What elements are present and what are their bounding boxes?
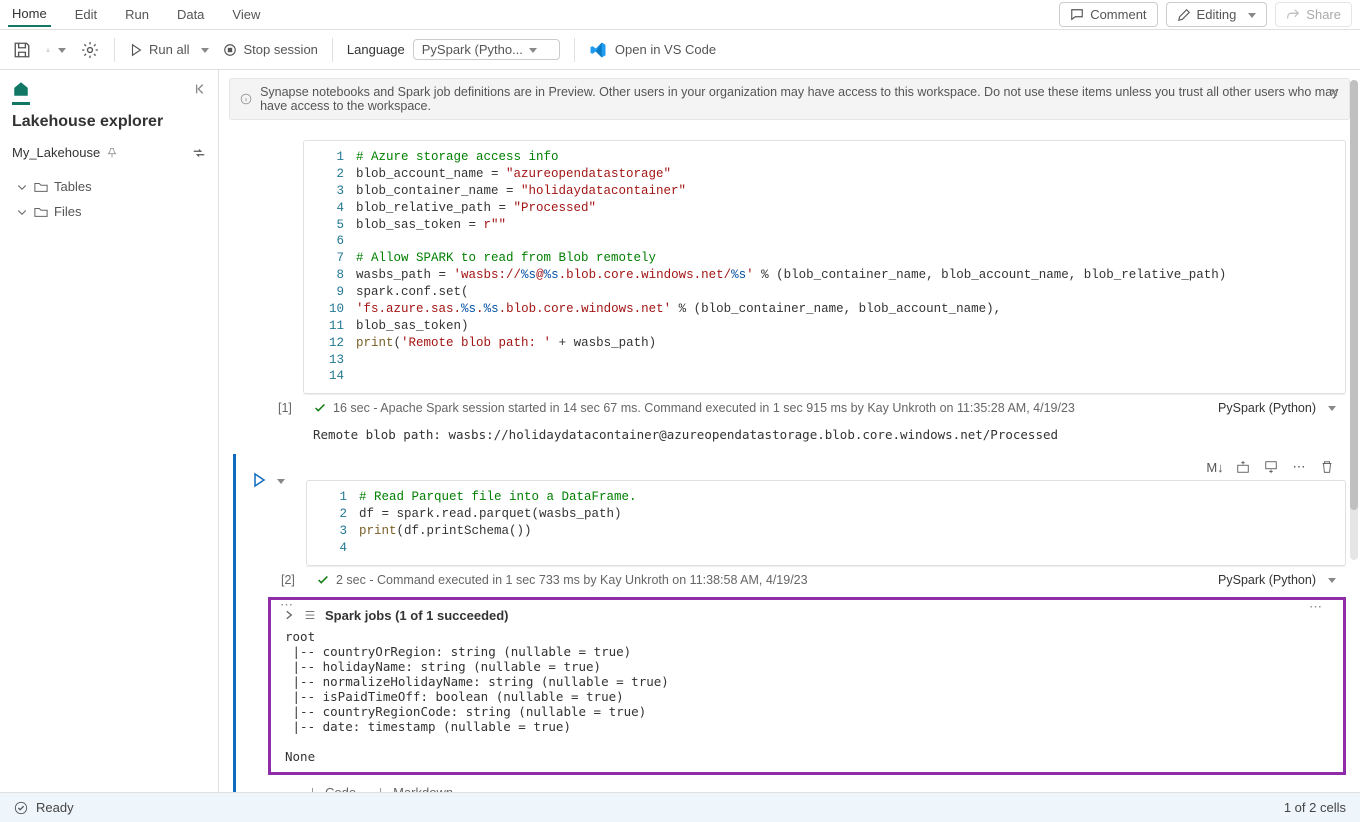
chevron-down-icon (16, 181, 28, 193)
settings-icon[interactable] (80, 40, 100, 60)
chevron-down-icon (1242, 7, 1256, 22)
cell-status: [1] 16 sec - Apache Spark session starte… (303, 394, 1346, 421)
tree-files[interactable]: Files (12, 199, 206, 224)
cell-language[interactable]: PySpark (Python) (1218, 573, 1316, 587)
cell-status: [2] 2 sec - Command executed in 1 sec 73… (306, 566, 1346, 593)
check-circle-icon (14, 801, 28, 815)
cell-toolbar: M↓ ⋯ (306, 454, 1346, 480)
delete-icon[interactable] (1318, 458, 1336, 476)
cell-index: [1] (278, 401, 292, 415)
tab-data[interactable]: Data (173, 3, 208, 26)
preview-banner: Synapse notebooks and Spark job definiti… (229, 78, 1350, 120)
duration: 16 sec (333, 401, 370, 415)
status-bar: Ready 1 of 2 cells (0, 792, 1360, 822)
run-options-icon[interactable] (271, 473, 285, 488)
code-editor[interactable]: 1# Azure storage access info2blob_accoun… (303, 140, 1346, 394)
code-editor[interactable]: 1# Read Parquet file into a DataFrame.2d… (306, 480, 1346, 566)
vscode-icon (589, 41, 607, 59)
check-icon (313, 401, 327, 415)
language-dropdown[interactable]: PySpark (Pytho... (413, 39, 560, 60)
save-icon[interactable] (12, 40, 32, 60)
folder-icon (34, 180, 48, 194)
run-cell-icon[interactable] (251, 472, 267, 488)
status-text: - Apache Spark session started in 14 sec… (373, 401, 1075, 415)
schema-output: root |-- countryOrRegion: string (nullab… (285, 629, 1331, 764)
stop-session-button[interactable]: Stop session (223, 42, 317, 57)
spark-jobs-panel: Spark jobs (1 of 1 succeeded) root |-- c… (268, 597, 1346, 775)
tree-tables[interactable]: Tables (12, 174, 206, 199)
add-cell-buttons: ＋Code ＋Markdown (306, 775, 1346, 792)
scrollbar[interactable] (1350, 80, 1358, 560)
spark-jobs-label: Spark jobs (1 of 1 succeeded) (325, 608, 509, 623)
comment-button[interactable]: Comment (1059, 2, 1157, 27)
code-cell-1: 1# Azure storage access info2blob_accoun… (233, 140, 1346, 448)
add-code-button[interactable]: ＋Code (306, 783, 356, 792)
language-label: Language (347, 42, 405, 57)
share-icon (1286, 8, 1300, 22)
lakehouse-name[interactable]: My_Lakehouse (12, 145, 118, 160)
tab-run[interactable]: Run (121, 3, 153, 26)
info-icon (240, 92, 252, 106)
sidebar-title: Lakehouse explorer (12, 113, 206, 131)
more-icon[interactable]: ⋯ (1290, 458, 1308, 476)
close-icon[interactable]: ✕ (1329, 85, 1339, 100)
duration: 2 sec (336, 573, 366, 587)
language-selector: Language PySpark (Pytho... (347, 39, 560, 60)
share-button: Share (1275, 2, 1352, 27)
chevron-right-icon[interactable] (283, 609, 295, 621)
markdown-toggle-icon[interactable]: M↓ (1206, 458, 1224, 476)
code-cell-2: M↓ ⋯ 1# Read Parquet file into a DataFra… (233, 454, 1346, 792)
cell-output: Remote blob path: wasbs://holidaydatacon… (303, 421, 1346, 448)
insert-below-icon[interactable] (1262, 458, 1280, 476)
list-icon (303, 608, 317, 622)
insert-above-icon[interactable] (1234, 458, 1252, 476)
tab-edit[interactable]: Edit (71, 3, 101, 26)
editing-button[interactable]: Editing (1166, 2, 1268, 27)
chevron-down-icon (16, 206, 28, 218)
folder-icon (34, 205, 48, 219)
check-icon (316, 573, 330, 587)
pencil-icon (1177, 8, 1191, 22)
status-text: - Command executed in 1 sec 733 ms by Ka… (369, 573, 807, 587)
add-markdown-button[interactable]: ＋Markdown (374, 783, 453, 792)
comment-icon (1070, 8, 1084, 22)
cell-index: [2] (281, 573, 295, 587)
tab-home[interactable]: Home (8, 2, 51, 27)
sidebar: Lakehouse explorer My_Lakehouse Tables F… (0, 70, 219, 792)
lakehouse-icon (12, 80, 30, 98)
collapse-sidebar-icon[interactable] (194, 82, 208, 96)
open-vscode-button[interactable]: Open in VS Code (589, 41, 716, 59)
toolbar: Run all Stop session Language PySpark (P… (0, 30, 1360, 70)
refresh-icon[interactable] (192, 146, 206, 160)
lakehouse-underline (12, 102, 30, 105)
cell-count: 1 of 2 cells (1284, 800, 1346, 815)
play-icon (129, 43, 143, 57)
notebook-main: Synapse notebooks and Spark job definiti… (219, 70, 1360, 792)
download-icon[interactable] (46, 40, 66, 60)
stop-icon (223, 43, 237, 57)
run-all-button[interactable]: Run all (129, 42, 209, 57)
status-text: Ready (36, 800, 74, 815)
menu-bar: Home Edit Run Data View Comment Editing … (0, 0, 1360, 30)
cell-language[interactable]: PySpark (Python) (1218, 401, 1316, 415)
tab-view[interactable]: View (228, 3, 264, 26)
pin-icon (106, 147, 118, 159)
